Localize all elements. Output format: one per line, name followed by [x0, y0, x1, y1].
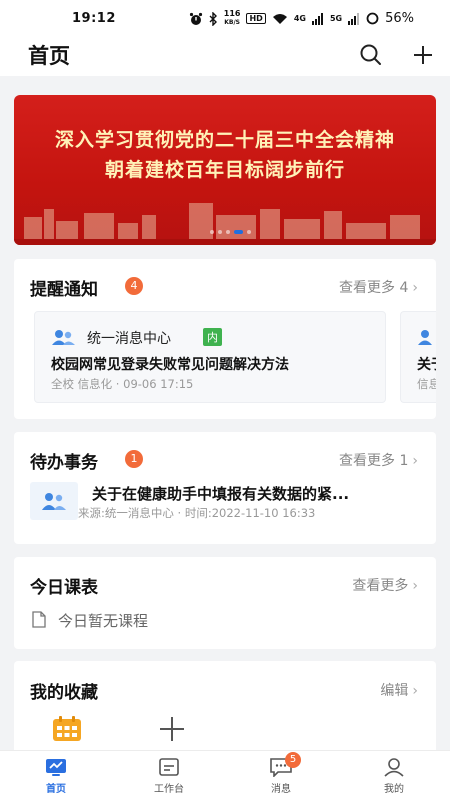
search-icon[interactable] — [358, 42, 384, 68]
document-icon — [32, 611, 46, 628]
courses-card: 今日课表 查看更多 › 今日暂无课程 — [14, 557, 436, 649]
notices-badge: 4 — [125, 277, 143, 295]
tab-home-label: 首页 — [46, 784, 66, 795]
hd-badge: HD — [246, 13, 266, 24]
todo-item-icon — [30, 482, 78, 520]
tab-workbench-label: 工作台 — [154, 784, 184, 795]
net-speed: 116 KB/S — [224, 10, 241, 27]
notice-meta: 全校 信息化 · 09-06 17:15 — [51, 377, 194, 391]
chevron-right-icon: › — [412, 683, 418, 699]
wifi-icon — [272, 13, 287, 24]
courses-more-link[interactable]: 查看更多 › — [352, 575, 418, 595]
group-users-icon — [418, 330, 432, 345]
workbench-icon — [159, 758, 179, 776]
todo-item-title[interactable]: 关于在健康助手中填报有关数据的紧... — [92, 483, 422, 504]
notices-more-link[interactable]: 查看更多 4 › — [339, 277, 418, 297]
calendar-icon[interactable] — [52, 716, 82, 742]
signal-bars-icon — [311, 12, 323, 25]
todo-item-meta: 来源:统一消息中心 · 时间:2022-11-10 16:33 — [78, 506, 316, 520]
bottom-tab-bar: 首页 工作台 消息 5 我的 — [0, 750, 450, 800]
notice-meta: 信息 — [417, 377, 436, 391]
page-title: 首页 — [28, 44, 70, 68]
bluetooth-icon — [209, 11, 217, 26]
group-users-icon — [42, 493, 66, 510]
net-speed-unit: KB/S — [224, 19, 240, 26]
add-favorite-icon[interactable] — [158, 715, 186, 743]
todo-card: 待办事务 1 查看更多 1 › 关于在健康助手中填报有关数据的紧... 来源:统一… — [14, 432, 436, 544]
status-bar: 19:12 116 KB/S HD 4G 5G 56% — [0, 0, 450, 38]
banner-carousel[interactable]: 深入学习贯彻党的二十届三中全会精神 朝着建校百年目标阔步前行 — [14, 95, 436, 245]
notices-card: 提醒通知 4 查看更多 4 › 统一消息中心 内 校园网常见登录失败常见问题解决方… — [14, 259, 436, 419]
signal-2-label: 5G — [329, 13, 343, 23]
campus-skyline-graphic — [14, 203, 436, 245]
favorites-edit-label: 编辑 — [380, 683, 409, 699]
group-users-icon — [52, 330, 75, 345]
tab-profile[interactable]: 我的 — [364, 757, 424, 795]
banner-dot-active[interactable] — [234, 230, 243, 234]
tab-home[interactable]: 首页 — [26, 757, 86, 795]
tab-profile-label: 我的 — [384, 784, 404, 795]
home-icon — [46, 759, 66, 776]
banner-dot[interactable] — [210, 230, 214, 234]
status-time: 19:12 — [72, 11, 116, 26]
no-courses-text: 今日暂无课程 — [58, 612, 149, 630]
tab-workbench[interactable]: 工作台 — [139, 757, 199, 795]
todo-more-link[interactable]: 查看更多 1 › — [339, 450, 418, 470]
net-speed-value: 116 — [223, 9, 241, 18]
notices-title: 提醒通知 — [30, 280, 98, 300]
signal-2: 5G — [329, 13, 343, 23]
chevron-right-icon: › — [412, 578, 418, 594]
notice-item-partial[interactable]: 关于 信息 — [400, 311, 436, 403]
banner-line-2: 朝着建校百年目标阔步前行 — [104, 159, 345, 181]
banner-dot[interactable] — [218, 230, 222, 234]
notice-title: 校园网常见登录失败常见问题解决方法 — [51, 357, 289, 373]
status-icons: 116 KB/S HD 4G 5G 56% — [189, 10, 414, 27]
notice-item[interactable]: 统一消息中心 内 校园网常见登录失败常见问题解决方法 全校 信息化 · 09-0… — [34, 311, 386, 403]
battery-percent: 56% — [385, 11, 414, 26]
messages-badge: 5 — [285, 752, 301, 768]
notice-source: 统一消息中心 — [87, 331, 171, 347]
notice-title: 关于 — [417, 357, 436, 373]
battery-ring-icon — [366, 12, 379, 25]
banner-pagination — [210, 230, 251, 234]
favorites-card: 我的收藏 编辑 › — [14, 661, 436, 761]
todo-badge: 1 — [125, 450, 143, 468]
add-icon[interactable] — [410, 42, 436, 68]
favorites-title: 我的收藏 — [30, 683, 98, 703]
tab-messages[interactable]: 消息 5 — [251, 752, 311, 795]
profile-icon — [384, 758, 404, 777]
todo-more-label: 查看更多 1 — [339, 453, 409, 469]
banner-line-1: 深入学习贯彻党的二十届三中全会精神 — [54, 129, 395, 151]
app-header: 首页 — [0, 38, 450, 76]
todo-title: 待办事务 — [30, 453, 98, 473]
chevron-right-icon: › — [412, 453, 418, 469]
internal-tag: 内 — [203, 328, 222, 346]
courses-more-label: 查看更多 — [352, 578, 409, 594]
signal-1-label: 4G — [293, 13, 306, 23]
banner-dot[interactable] — [247, 230, 251, 234]
tab-messages-label: 消息 — [271, 784, 291, 795]
alarm-icon — [189, 12, 202, 25]
chevron-right-icon: › — [412, 280, 418, 296]
courses-title: 今日课表 — [30, 578, 98, 598]
banner-dot[interactable] — [226, 230, 230, 234]
notices-more-label: 查看更多 4 — [339, 280, 409, 296]
signal-bars-2-icon — [348, 12, 360, 25]
signal-1: 4G — [293, 13, 306, 23]
favorites-edit-link[interactable]: 编辑 › — [380, 680, 418, 700]
